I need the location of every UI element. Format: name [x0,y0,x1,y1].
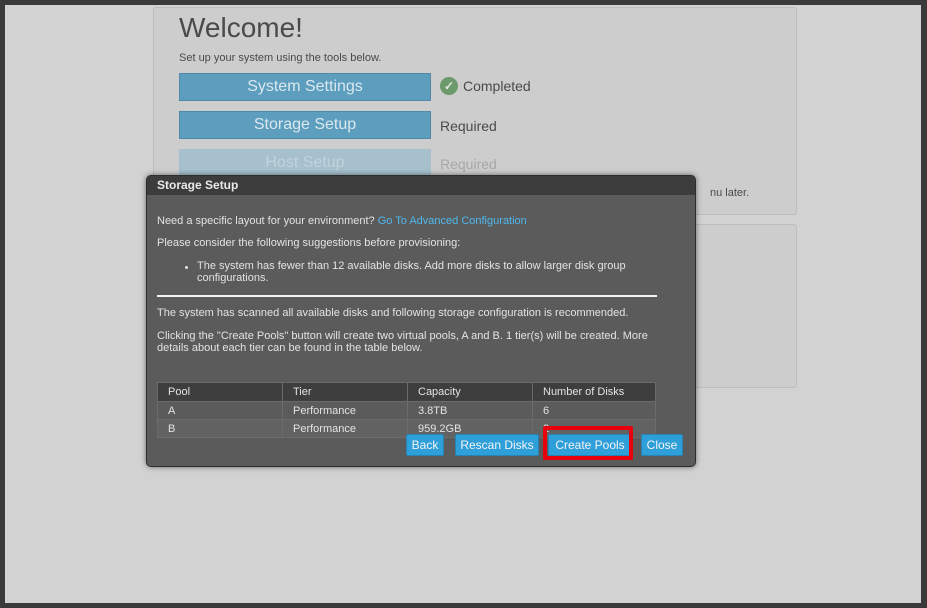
cell-tier: Performance [282,401,408,420]
header-pool: Pool [157,382,283,402]
bullet-icon [185,266,188,269]
system-settings-status-text: Completed [463,78,531,94]
cell-pool: A [157,401,283,420]
welcome-subtitle: Set up your system using the tools below… [179,52,382,64]
system-settings-button[interactable]: System Settings [179,73,431,101]
layout-question-line: Need a specific layout for your environm… [157,215,527,227]
welcome-note: nu later. [710,187,750,199]
cell-capacity: 3.8TB [407,401,533,420]
storage-setup-dialog: Storage Setup Need a specific layout for… [146,175,696,467]
system-settings-status: ✓ Completed [440,77,531,95]
close-button[interactable]: Close [641,434,683,456]
header-capacity: Capacity [407,382,533,402]
dialog-title: Storage Setup [147,176,695,195]
create-pools-highlight [543,426,633,460]
cell-pool: B [157,419,283,438]
cell-disks: 6 [532,401,656,420]
host-setup-button[interactable]: Host Setup [179,149,431,177]
divider [157,295,657,297]
storage-setup-status: Required [440,118,497,134]
table-header-row: Pool Tier Capacity Number of Disks [157,382,656,402]
host-setup-status: Required [440,156,497,172]
check-icon: ✓ [440,77,458,95]
welcome-title: Welcome! [179,12,303,43]
scanned-text: The system has scanned all available dis… [157,307,629,319]
layout-question: Need a specific layout for your environm… [157,215,375,227]
storage-setup-button[interactable]: Storage Setup [179,111,431,139]
table-row: A Performance 3.8TB 6 [157,401,656,420]
create-info-text: Clicking the "Create Pools" button will … [157,330,648,354]
rescan-disks-button[interactable]: Rescan Disks [455,434,539,456]
header-tier: Tier [282,382,408,402]
back-button[interactable]: Back [406,434,444,456]
cell-tier: Performance [282,419,408,438]
suggestion-text: The system has fewer than 12 available d… [197,260,626,284]
header-number-of-disks: Number of Disks [532,382,656,402]
consider-text: Please consider the following suggestion… [157,237,461,249]
advanced-configuration-link[interactable]: Go To Advanced Configuration [378,215,527,227]
